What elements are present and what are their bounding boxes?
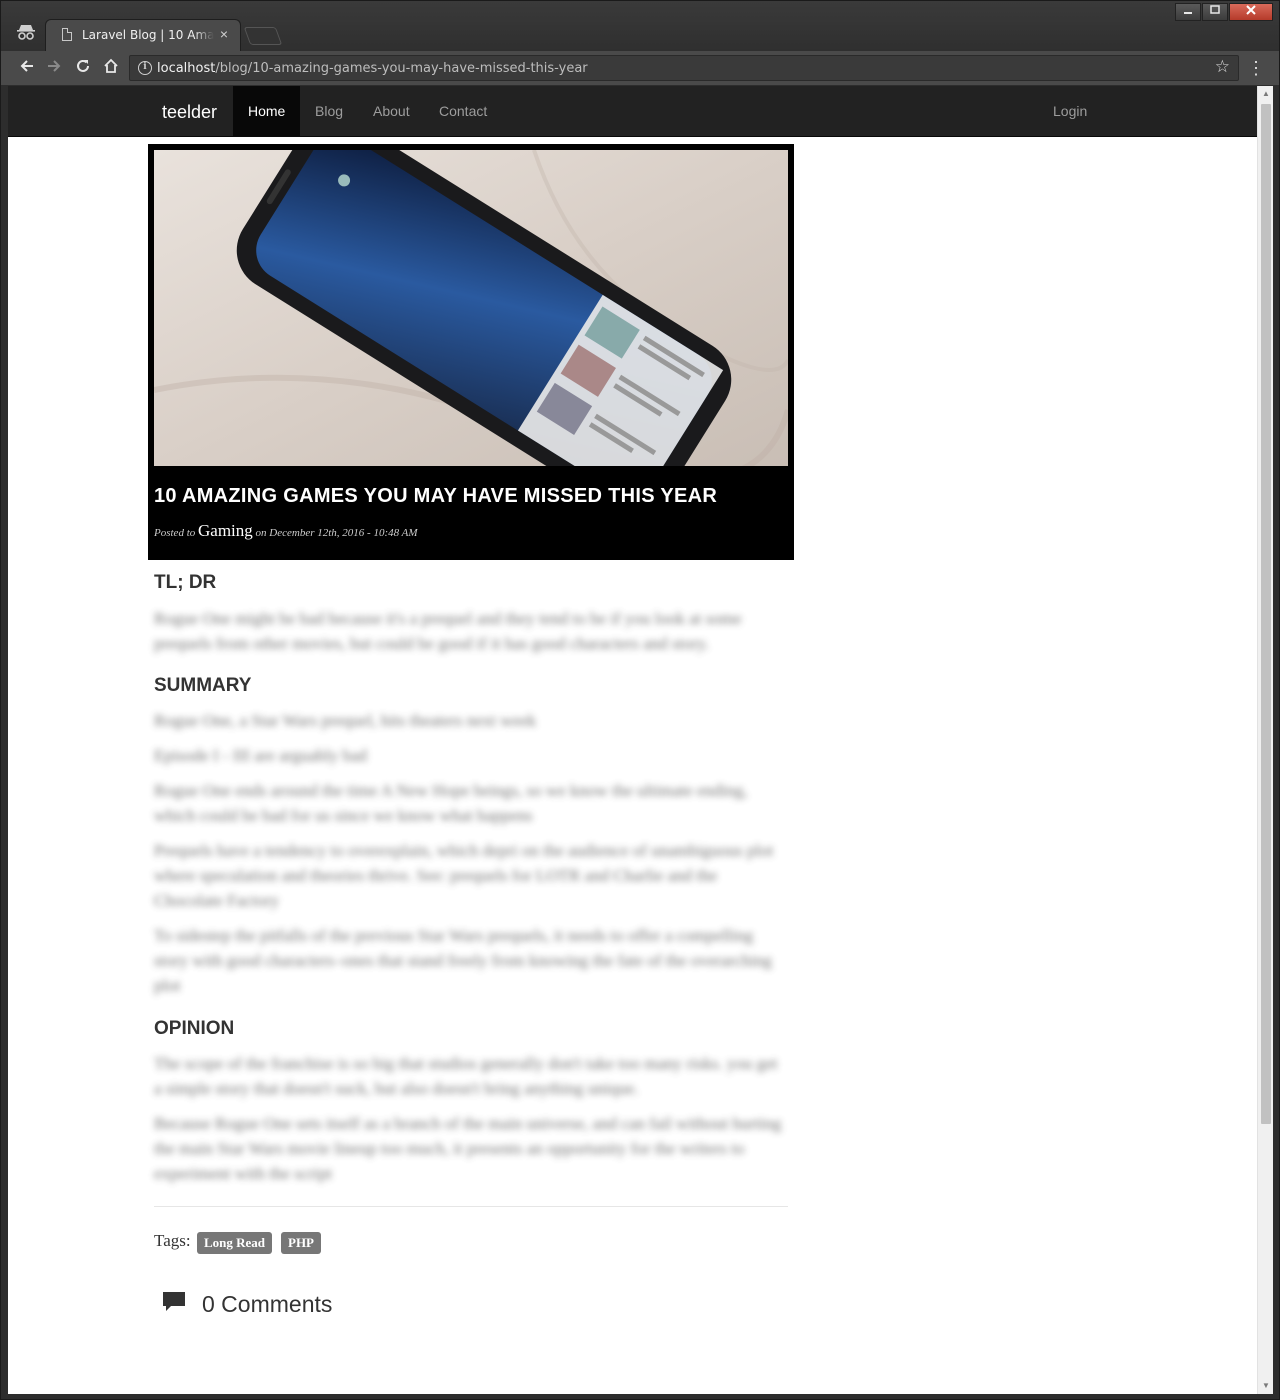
address-bar[interactable]: i localhost/blog/10-amazing-games-you-ma… xyxy=(129,55,1239,81)
browser-toolbar: i localhost/blog/10-amazing-games-you-ma… xyxy=(1,51,1279,85)
page-scrollbar[interactable]: ▲ ▼ xyxy=(1257,86,1273,1394)
tag-badge[interactable]: PHP xyxy=(281,1232,321,1254)
forward-arrow-icon[interactable] xyxy=(43,57,65,79)
site-navbar: teelder Home Blog About Contact Login xyxy=(8,86,1257,137)
post-featured-image xyxy=(154,150,788,466)
kebab-menu-icon[interactable]: ⋮ xyxy=(1247,57,1265,79)
tab-title: Laravel Blog | 10 Amazing Games You May … xyxy=(82,28,214,42)
browser-tab[interactable]: Laravel Blog | 10 Amazing Games You May … xyxy=(45,19,241,51)
nav-item-blog[interactable]: Blog xyxy=(300,86,358,137)
summary-paragraph: Rogue One ends around the time A New Hop… xyxy=(154,781,748,825)
post-date: on December 12th, 2016 - 10:48 AM xyxy=(255,527,418,539)
nav-item-login[interactable]: Login xyxy=(1038,86,1102,137)
scrollbar-thumb[interactable] xyxy=(1261,104,1271,1124)
opinion-paragraph: The scope of the franchise is so big tha… xyxy=(154,1054,778,1098)
post-title: 10 AMAZING GAMES YOU MAY HAVE MISSED THI… xyxy=(154,485,718,507)
tags-label: Tags: xyxy=(154,1231,191,1250)
maximize-button[interactable] xyxy=(1202,3,1228,21)
site-brand[interactable]: teelder xyxy=(162,102,217,123)
tldr-heading: TL; DR xyxy=(154,572,217,593)
post-hero: 10 AMAZING GAMES YOU MAY HAVE MISSED THI… xyxy=(148,144,794,560)
reload-icon[interactable] xyxy=(72,57,94,79)
new-tab-button[interactable] xyxy=(243,27,283,45)
back-arrow-icon[interactable] xyxy=(16,57,38,79)
close-tab-icon[interactable]: × xyxy=(216,26,232,42)
nav-item-contact[interactable]: Contact xyxy=(424,86,502,137)
summary-heading: SUMMARY xyxy=(154,675,252,696)
posted-to-label: Posted to xyxy=(154,527,196,539)
nav-item-home[interactable]: Home xyxy=(233,86,301,137)
opinion-heading: OPINION xyxy=(154,1018,235,1039)
page-icon xyxy=(62,28,72,41)
scroll-down-icon[interactable]: ▼ xyxy=(1258,1378,1274,1394)
star-icon[interactable]: ☆ xyxy=(1215,57,1230,77)
url-text: localhost/blog/10-amazing-games-you-may-… xyxy=(157,61,588,76)
scroll-up-icon[interactable]: ▲ xyxy=(1258,86,1274,102)
home-icon[interactable] xyxy=(100,57,122,79)
post-category-link[interactable]: Gaming xyxy=(198,521,253,540)
nav-item-about[interactable]: About xyxy=(358,86,425,137)
summary-paragraph: To sidestep the pitfalls of the previous… xyxy=(154,926,772,995)
browser-window: Laravel Blog | 10 Amazing Games You May … xyxy=(0,0,1280,1400)
summary-paragraph: Prequels have a tendency to overexplain,… xyxy=(154,841,774,910)
content-divider xyxy=(154,1206,788,1207)
browser-titlebar: Laravel Blog | 10 Amazing Games You May … xyxy=(1,1,1279,51)
close-window-button[interactable] xyxy=(1229,3,1273,21)
summary-paragraph: Episode I - III are arguably bad xyxy=(154,746,368,765)
tldr-paragraph: Rogue One might be bad because it's a pr… xyxy=(154,609,742,653)
comment-bubble-icon xyxy=(162,1291,186,1313)
page-viewport: teelder Home Blog About Contact Login 10… xyxy=(8,86,1257,1394)
tag-badge[interactable]: Long Read xyxy=(197,1232,273,1254)
minimize-button[interactable] xyxy=(1175,3,1201,21)
summary-paragraph: Rogue One, a Star Wars prequel, hits the… xyxy=(154,711,537,730)
incognito-icon xyxy=(15,23,37,43)
opinion-paragraph: Because Rogue One sets itself as a branc… xyxy=(154,1114,782,1183)
post-meta: Posted to Gaming on December 12th, 2016 … xyxy=(154,521,418,541)
comment-count: 0 Comments xyxy=(202,1291,333,1317)
info-icon[interactable]: i xyxy=(138,61,152,75)
